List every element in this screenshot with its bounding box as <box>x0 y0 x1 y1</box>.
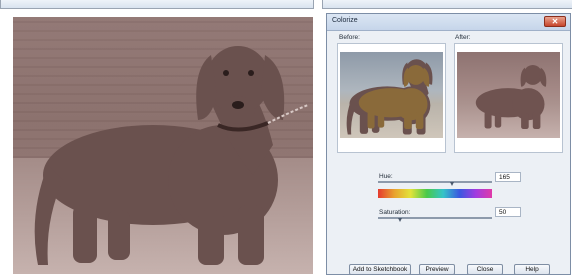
dialog-title: Colorize <box>332 17 358 24</box>
before-dog-image <box>346 59 433 135</box>
before-preview-panel <box>337 43 446 153</box>
saturation-label: Saturation: <box>379 209 411 216</box>
saturation-slider-thumb[interactable] <box>398 218 403 222</box>
colorize-dialog: Colorize ✕ Before: After: Hue: 165 Satur… <box>326 13 571 275</box>
background-window-strip <box>0 0 572 10</box>
close-window-button[interactable]: ✕ <box>544 16 566 27</box>
dialog-titlebar[interactable]: Colorize ✕ <box>327 14 570 31</box>
preview-button[interactable]: Preview <box>419 264 455 275</box>
hue-slider-track[interactable] <box>378 181 492 183</box>
after-label: After: <box>455 34 471 41</box>
background-window-edge-left <box>0 0 314 9</box>
before-label: Before: <box>339 34 360 41</box>
before-thumbnail <box>340 52 443 138</box>
close-button[interactable]: Close <box>467 264 503 275</box>
after-thumbnail <box>457 52 560 138</box>
hue-spectrum-bar <box>378 189 492 198</box>
hue-slider-thumb[interactable] <box>449 182 455 186</box>
main-photo <box>13 17 313 274</box>
after-preview-panel <box>454 43 563 153</box>
dachshund-image <box>34 46 309 265</box>
saturation-slider-track[interactable] <box>378 217 492 219</box>
hue-label: Hue: <box>379 173 393 180</box>
saturation-value-field[interactable]: 50 <box>495 207 521 217</box>
add-to-sketchbook-button[interactable]: Add to Sketchbook <box>349 264 411 275</box>
background-window-edge-right <box>322 0 572 9</box>
after-dog-image <box>475 65 547 130</box>
hue-value-field[interactable]: 165 <box>495 172 521 182</box>
close-icon: ✕ <box>551 17 559 26</box>
help-button[interactable]: Help <box>514 264 550 275</box>
